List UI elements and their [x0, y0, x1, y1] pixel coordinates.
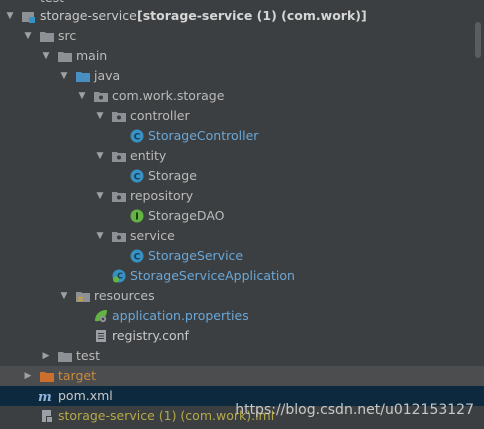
tree-item-label: test — [76, 348, 101, 363]
tree-row-registry-conf[interactable]: registry.conf — [0, 326, 484, 346]
tree-row-resources[interactable]: ▼ resources — [0, 286, 484, 306]
tree-item-label: StorageController — [148, 128, 259, 143]
maven-icon: m — [38, 389, 52, 405]
tree-item-label: storage-service — [40, 8, 137, 23]
source-folder-icon — [76, 69, 90, 83]
tree-row-storage-dao[interactable]: StorageDAO — [0, 206, 484, 226]
tree-row-storage[interactable]: C Storage — [0, 166, 484, 186]
folder-icon — [40, 29, 54, 43]
expanded-arrow-icon[interactable]: ▼ — [58, 286, 70, 306]
svg-text:C: C — [134, 173, 141, 183]
tree-row-target[interactable]: ▶ target — [0, 366, 484, 386]
tree-item-label: com.work.storage — [112, 88, 225, 103]
tree-item-label: service — [130, 228, 175, 243]
tree-item-label: application.properties — [112, 308, 249, 323]
module-file-icon — [40, 409, 54, 423]
tree-item-label: registry.conf — [112, 328, 189, 343]
tree-item-label: main — [76, 48, 108, 63]
spring-properties-icon — [94, 309, 108, 323]
tree-row-storage-controller[interactable]: C StorageController — [0, 126, 484, 146]
tree-item-label: entity — [130, 148, 167, 163]
svg-text:C: C — [117, 272, 123, 281]
tree-row-storage-service[interactable]: C StorageService — [0, 246, 484, 266]
folder-icon — [58, 49, 72, 63]
package-icon — [112, 229, 126, 243]
tree-row-repository[interactable]: ▼ repository — [0, 186, 484, 206]
watermark-text: https://blog.csdn.net/u012153127 — [235, 402, 474, 418]
project-tree: test ▼ storage-service [storage-service … — [0, 0, 484, 429]
package-icon — [112, 109, 126, 123]
expanded-arrow-icon[interactable]: ▼ — [94, 186, 106, 206]
tree-row-controller[interactable]: ▼ controller — [0, 106, 484, 126]
module-folder-icon — [22, 9, 36, 23]
expanded-arrow-icon[interactable]: ▼ — [40, 46, 52, 66]
tree-item-label: Storage — [148, 168, 197, 183]
svg-text:C: C — [134, 133, 141, 143]
package-icon — [112, 149, 126, 163]
expanded-arrow-icon[interactable]: ▼ — [22, 26, 34, 46]
tree-item-label: target — [58, 368, 97, 383]
svg-text:C: C — [134, 253, 141, 263]
tree-item-label: java — [94, 68, 121, 83]
tree-item-label: pom.xml — [58, 388, 113, 403]
text-file-icon — [94, 329, 108, 343]
tree-item-label: StorageDAO — [148, 208, 225, 223]
package-icon — [112, 189, 126, 203]
tree-item-label: resources — [94, 288, 155, 303]
tree-row-application-properties[interactable]: application.properties — [0, 306, 484, 326]
spring-boot-class-icon: C — [112, 269, 126, 283]
svg-text:m: m — [38, 390, 52, 403]
tree-row-package[interactable]: ▼ com.work.storage — [0, 86, 484, 106]
collapsed-arrow-icon[interactable]: ▶ — [22, 366, 34, 386]
tree-row-src[interactable]: ▼ src — [0, 26, 484, 46]
expanded-arrow-icon[interactable]: ▼ — [94, 226, 106, 246]
tree-item-label: StorageService — [148, 248, 244, 263]
tree-item-label: controller — [130, 108, 190, 123]
tree-row-test[interactable]: ▶ test — [0, 346, 484, 366]
class-icon: C — [130, 249, 144, 263]
vertical-scrollbar[interactable] — [475, 22, 481, 58]
expanded-arrow-icon[interactable]: ▼ — [94, 106, 106, 126]
expanded-arrow-icon[interactable]: ▼ — [94, 146, 106, 166]
expanded-arrow-icon[interactable]: ▼ — [76, 86, 88, 106]
class-icon: C — [130, 169, 144, 183]
collapsed-arrow-icon[interactable]: ▶ — [40, 346, 52, 366]
tree-row-java[interactable]: ▼ java — [0, 66, 484, 86]
tree-row-storage-service-application[interactable]: C StorageServiceApplication — [0, 266, 484, 286]
module-detail-label: [storage-service (1) (com.work)] — [137, 8, 367, 23]
folder-icon — [58, 349, 72, 363]
expanded-arrow-icon[interactable]: ▼ — [58, 66, 70, 86]
tree-item-label: StorageServiceApplication — [130, 268, 295, 283]
tree-row-entity[interactable]: ▼ entity — [0, 146, 484, 166]
tree-item-label: src — [58, 28, 77, 43]
tree-row-service[interactable]: ▼ service — [0, 226, 484, 246]
tree-row-root[interactable]: ▼ storage-service [storage-service (1) (… — [0, 6, 484, 26]
class-icon: C — [130, 129, 144, 143]
tree-item-label: repository — [130, 188, 194, 203]
tree-row-main[interactable]: ▼ main — [0, 46, 484, 66]
expanded-arrow-icon[interactable]: ▼ — [4, 6, 16, 26]
excluded-folder-icon — [40, 369, 54, 383]
interface-icon — [130, 209, 144, 223]
resources-folder-icon — [76, 289, 90, 303]
package-icon — [94, 89, 108, 103]
